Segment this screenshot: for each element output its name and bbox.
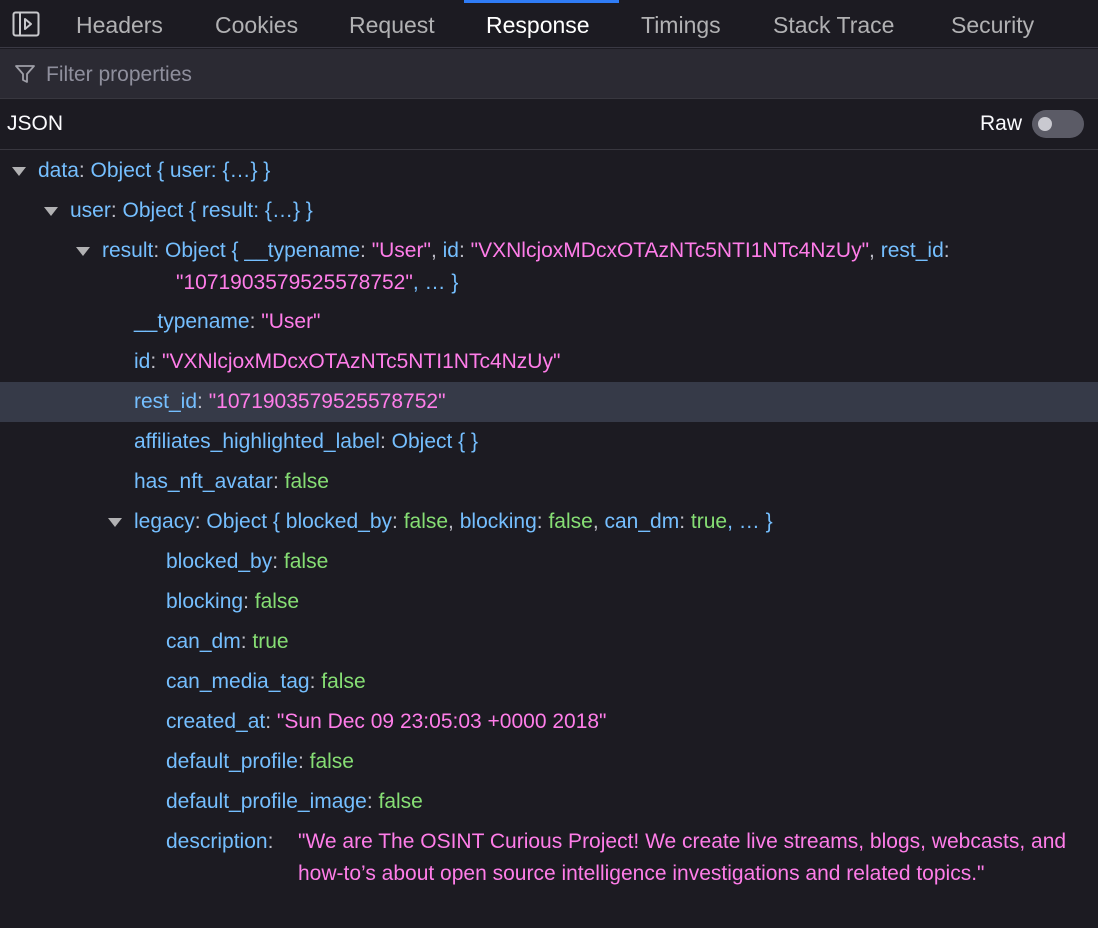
raw-toggle-knob [1038,117,1052,131]
json-tree: data: Object { user: {…} } user: Object … [0,151,1098,928]
tree-value: Object { user: {…} } [90,159,271,182]
tree-value: "VXNlcjoxMDcxOTAzNTc5NTI1NTc4NzUy" [162,350,561,373]
summary-key: can_dm [604,510,680,533]
tree-value: "User" [261,310,321,333]
selected-tab-indicator [464,0,619,3]
summary-value: "User" [371,239,431,262]
summary-value: "VXNlcjoxMDcxOTAzNTc5NTI1NTc4NzUy" [470,239,870,262]
tree-value: "We are The OSINT Curious Project! We cr… [298,830,1067,885]
tree-row-id[interactable]: id: "VXNlcjoxMDcxOTAzNTc5NTI1NTc4NzUy" [0,342,1098,382]
tree-row-blocked-by[interactable]: blocked_by: false [0,542,1098,582]
tree-key: blocked_by [166,550,273,573]
tree-key: legacy [134,510,195,533]
summary-key: id [442,239,459,262]
raw-toggle[interactable] [1032,110,1084,138]
tree-key: blocking [166,590,244,613]
summary-value: false [548,510,593,533]
tree-row-user[interactable]: user: Object { result: {…} } [0,191,1098,231]
filter-icon [15,65,35,83]
tree-key: created_at [166,710,266,733]
summary-suffix: , … } [727,510,773,533]
tab-headers[interactable]: Headers [76,0,163,48]
tree-row-result[interactable]: result: Object { __typename: "User", id:… [0,231,1098,303]
tree-row-legacy[interactable]: legacy: Object { blocked_by: false, bloc… [0,502,1098,542]
summary-key: rest_id [880,239,944,262]
tab-security[interactable]: Security [951,0,1034,48]
filter-bar [0,49,1098,99]
tree-key: default_profile_image [166,790,367,813]
tree-row-typename[interactable]: __typename: "User" [0,302,1098,342]
filter-properties-input[interactable] [44,57,1088,93]
tab-bar: Headers Cookies Request Response Timings… [0,0,1098,48]
tree-row-default-profile-image[interactable]: default_profile_image: false [0,782,1098,822]
tree-row-rest-id[interactable]: rest_id: "1071903579525578752" [0,382,1098,422]
tab-timings[interactable]: Timings [641,0,721,48]
tree-value: "Sun Dec 09 23:05:03 +0000 2018" [276,710,607,733]
tree-value: true [252,630,289,653]
tab-stack-trace[interactable]: Stack Trace [773,0,894,48]
tree-value: Object { [165,239,239,262]
tree-key: can_media_tag [166,670,310,693]
tree-key: can_dm [166,630,241,653]
tab-request[interactable]: Request [349,0,435,48]
tree-row-can-media-tag[interactable]: can_media_tag: false [0,662,1098,702]
expand-arrow-icon[interactable] [76,247,90,256]
summary-key: __typename [244,239,361,262]
summary-key: blocked_by [285,510,393,533]
tab-response[interactable]: Response [486,0,590,48]
json-title: JSON [7,112,64,135]
tree-value: false [254,590,300,613]
raw-label: Raw [980,112,1023,135]
tree-row-default-profile[interactable]: default_profile: false [0,742,1098,782]
tree-key: description [166,830,268,853]
tree-value: Object { } [391,430,479,453]
summary-key: blocking [459,510,537,533]
tree-value: Object { result: {…} } [122,199,313,222]
tree-key: default_profile [166,750,298,773]
tree-row-created-at[interactable]: created_at: "Sun Dec 09 23:05:03 +0000 2… [0,702,1098,742]
tree-row-has-nft-avatar[interactable]: has_nft_avatar: false [0,462,1098,502]
tree-key: __typename [134,310,250,333]
tree-value: false [309,750,354,773]
expand-arrow-icon[interactable] [44,207,58,216]
tree-row-affiliates[interactable]: affiliates_highlighted_label: Object { } [0,422,1098,462]
tree-row-description[interactable]: description: "We are The OSINT Curious P… [0,822,1098,926]
tree-key: has_nft_avatar [134,470,273,493]
tab-cookies[interactable]: Cookies [215,0,298,48]
tree-row-can-dm[interactable]: can_dm: true [0,622,1098,662]
tree-key: affiliates_highlighted_label [134,430,380,453]
summary-value: true [690,510,728,533]
tree-value: false [378,790,423,813]
summary-value: "1071903579525578752" [176,271,413,294]
tree-key: data [38,159,79,182]
tree-key: id [134,350,151,373]
tree-row-blocking[interactable]: blocking: false [0,582,1098,622]
expand-arrow-icon[interactable] [108,518,122,527]
tree-key: user [70,199,111,222]
tree-key: result [102,239,154,262]
tree-value: Object { [206,510,280,533]
summary-value: false [403,510,449,533]
tree-value: false [321,670,366,693]
tree-key: rest_id [134,390,198,413]
tree-value: "1071903579525578752" [208,390,446,413]
tree-value: false [283,550,329,573]
expand-arrow-icon[interactable] [12,167,26,176]
tree-row-data[interactable]: data: Object { user: {…} } [0,151,1098,191]
summary-suffix: , … } [412,271,459,294]
json-header: JSON Raw [0,99,1098,150]
sidebar-toggle-icon[interactable] [12,11,40,37]
tree-value: false [284,470,329,493]
